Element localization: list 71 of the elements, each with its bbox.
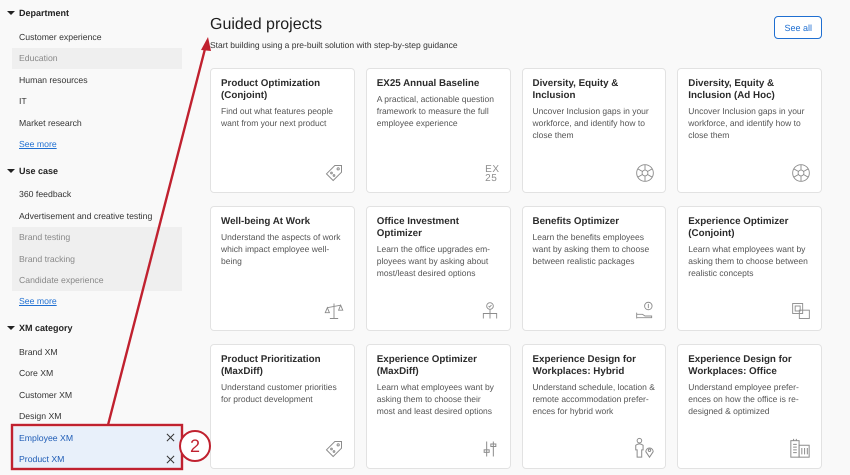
card-title: Office Investment Optimizer	[376, 216, 460, 240]
project-card[interactable]: Office Investment Optimizer Learn the office upgrades em-ployees want by asking about most/least desired options	[366, 206, 510, 331]
see-more-link[interactable]: See more	[19, 296, 57, 306]
card-title: Experience Design for Workplaces: Office	[688, 354, 793, 378]
ex25-icon: EX 25	[485, 165, 500, 183]
card-description: Learn what employees want by asking them to choose between realistic concepts	[688, 243, 809, 279]
card-title: Benefits Optimizer	[532, 216, 620, 228]
project-card[interactable]: Experience Design for Workplaces: Hybrid Understand schedule, location & remote accommodation prefer-ences for hybrid work	[522, 344, 666, 469]
filter-heading: XM category	[19, 323, 73, 333]
filter-item[interactable]: IT	[12, 90, 182, 112]
caret-icon[interactable]	[7, 9, 15, 17]
buildings-icon	[789, 437, 811, 459]
card-title: Experience Optimizer (Conjoint)	[688, 216, 790, 240]
close-icon[interactable]	[166, 433, 175, 442]
page-subtitle: Start building using a pre-built solution with step-by-step guidance	[210, 40, 458, 50]
filter-heading: Use case	[19, 166, 58, 176]
project-card[interactable]: Benefits Optimizer Learn the benefits employees want by asking them to choose between realistic packages	[522, 206, 666, 331]
card-description: Understand customer priorities for product development	[221, 381, 338, 405]
card-title: EX25 Annual Baseline	[376, 78, 480, 90]
caret-icon[interactable]	[7, 166, 15, 174]
project-card[interactable]: Experience Design for Workplaces: Office Understand employee prefer-ences on how the office is re-designed & optimized	[677, 344, 822, 469]
project-card[interactable]: Product Optimization (Conjoint) Find out what features people want from your next product	[210, 68, 355, 193]
filter-item[interactable]: Brand XM	[12, 341, 182, 362]
card-description: A practical, actionable question framework to measure the full employee experience	[376, 93, 495, 129]
see-all-button[interactable]: See all	[774, 16, 822, 39]
filter-item[interactable]: Employee XM	[12, 427, 182, 448]
card-description: Understand schedule, location & remote accommodation prefer-ences for hybrid work	[532, 381, 656, 417]
card-description: Understand employee prefer-ences on how the office is re-designed & optimized	[688, 381, 800, 417]
card-title: Product Optimization (Conjoint)	[221, 78, 322, 102]
card-title: Well-being At Work	[221, 216, 312, 228]
filter-item[interactable]: Advertisement and creative testing	[12, 205, 182, 226]
filter-item[interactable]: Core XM	[12, 362, 182, 384]
project-card[interactable]: Experience Optimizer (MaxDiff) Learn what employees want by asking them to choose their most and least desired options	[366, 344, 510, 469]
card-description: Understand the aspects of work which impact employee well-being	[221, 231, 342, 267]
filter-item[interactable]: Design XM	[12, 406, 182, 427]
filter-item[interactable]: Customer XM	[12, 384, 182, 406]
project-card[interactable]: Well-being At Work Understand the aspects of work which impact employee well-being	[210, 206, 355, 331]
card-description: Find out what features people want from your next product	[221, 105, 334, 129]
person-pin-icon	[633, 437, 656, 459]
tag-icon	[324, 439, 344, 459]
see-more-link[interactable]: See more	[19, 138, 57, 148]
money-hand-icon	[635, 301, 656, 321]
card-title: Diversity, Equity & Inclusion	[532, 78, 620, 102]
filter-item[interactable]: 360 feedback	[12, 184, 182, 205]
card-description: Uncover Inclusion gaps in your workforce, and identify how to close them	[532, 105, 650, 141]
filter-item[interactable]: Market research	[12, 112, 182, 134]
card-description: Learn the benefits employees want by asking them to choose between realistic packages	[532, 231, 650, 267]
filter-heading: Department	[19, 8, 70, 18]
filter-item[interactable]: Customer experience	[12, 26, 182, 48]
page-title: Guided projects	[210, 16, 324, 34]
project-card[interactable]: EX25 Annual Baseline A practical, actionable question framework to measure the full employee experience EX 25	[366, 68, 510, 193]
layout-icon	[791, 301, 811, 321]
card-description: Learn the office upgrades em-ployees want by asking about most/least desired options	[376, 243, 491, 279]
step-number: 2	[179, 430, 211, 462]
card-title: Experience Optimizer (MaxDiff)	[376, 354, 478, 378]
card-description: Uncover Inclusion gaps in your workforce, and identify how to close them	[688, 105, 806, 141]
close-icon[interactable]	[166, 454, 175, 464]
project-card[interactable]: Diversity, Equity & Inclusion (Ad Hoc) Uncover Inclusion gaps in your workforce, and identify how to close them	[677, 68, 822, 193]
card-title: Experience Design for Workplaces: Hybrid	[532, 354, 637, 378]
project-card[interactable]: Diversity, Equity & Inclusion Uncover Inclusion gaps in your workforce, and identify how to close them	[522, 68, 666, 193]
card-title: Diversity, Equity & Inclusion (Ad Hoc)	[688, 78, 776, 102]
tag-icon	[324, 163, 344, 183]
filter-item[interactable]: Human resources	[12, 69, 182, 90]
scale-icon	[324, 301, 344, 321]
wheel-icon	[791, 163, 811, 183]
card-title: Product Prioritization (MaxDiff)	[221, 354, 322, 378]
card-description: Learn what employees want by asking them to choose their most and least desired options	[376, 381, 495, 417]
project-card[interactable]: Product Prioritization (MaxDiff) Understand customer priorities for product development	[210, 344, 355, 469]
project-card[interactable]: Experience Optimizer (Conjoint) Learn what employees want by asking them to choose between realistic concepts	[677, 206, 822, 331]
wheel-icon	[635, 163, 656, 183]
caret-icon[interactable]	[7, 324, 15, 332]
